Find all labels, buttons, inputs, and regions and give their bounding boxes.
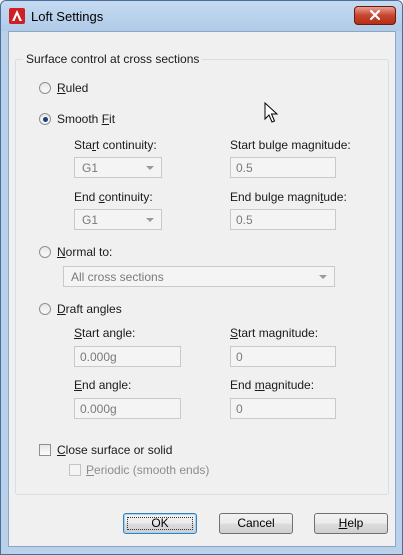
- start-continuity-value: G1: [82, 161, 99, 175]
- periodic-label[interactable]: Periodic (smooth ends): [86, 463, 209, 477]
- group-legend: Surface control at cross sections: [23, 52, 203, 66]
- close-surface-checkbox[interactable]: [39, 444, 51, 456]
- end-angle-field[interactable]: 0.000g: [74, 398, 181, 419]
- start-bulge-label: Start bulge magnitude:: [230, 138, 351, 152]
- chevron-down-icon: [146, 166, 154, 170]
- end-angle-label: End angle:: [74, 378, 132, 392]
- ok-button[interactable]: OK: [123, 513, 197, 534]
- ruled-radio[interactable]: [39, 82, 51, 94]
- normal-to-label[interactable]: Normal to:: [57, 245, 112, 259]
- loft-settings-window: Loft Settings Surface control at cross s…: [0, 0, 403, 555]
- end-magnitude-value: 0: [236, 402, 243, 416]
- draft-angles-radio[interactable]: [39, 303, 51, 315]
- start-magnitude-label: Start magnitude:: [230, 326, 319, 340]
- end-continuity-value: G1: [82, 213, 99, 227]
- window-title: Loft Settings: [31, 9, 104, 24]
- start-magnitude-field[interactable]: 0: [230, 346, 336, 367]
- start-continuity-label: Start continuity:: [74, 138, 157, 152]
- end-magnitude-label: End magnitude:: [230, 378, 315, 392]
- help-button[interactable]: Help: [314, 513, 388, 534]
- end-bulge-label: End bulge magnitude:: [230, 190, 347, 204]
- start-magnitude-value: 0: [236, 350, 243, 364]
- start-angle-value: 0.000g: [80, 350, 117, 364]
- close-button[interactable]: [354, 6, 396, 25]
- cancel-button[interactable]: Cancel: [219, 513, 293, 534]
- end-magnitude-field[interactable]: 0: [230, 398, 336, 419]
- mouse-pointer-icon: [264, 102, 278, 123]
- end-continuity-label: End continuity:: [74, 190, 153, 204]
- ruled-label[interactable]: Ruled: [57, 81, 88, 95]
- autocad-icon: [9, 8, 25, 24]
- title-bar[interactable]: Loft Settings: [1, 1, 402, 31]
- close-surface-label[interactable]: Close surface or solid: [57, 443, 172, 457]
- start-bulge-value: 0.5: [236, 161, 253, 175]
- smooth-fit-label[interactable]: Smooth Fit: [57, 112, 115, 126]
- start-angle-label: Start angle:: [74, 326, 136, 340]
- end-continuity-select[interactable]: G1: [74, 209, 162, 230]
- end-bulge-value: 0.5: [236, 213, 253, 227]
- draft-angles-label[interactable]: Draft angles: [57, 302, 122, 316]
- dialog-body: Surface control at cross sections Ruled …: [8, 31, 396, 547]
- periodic-checkbox[interactable]: [69, 464, 81, 476]
- normal-to-value: All cross sections: [71, 270, 164, 284]
- start-continuity-select[interactable]: G1: [74, 157, 162, 178]
- start-angle-field[interactable]: 0.000g: [74, 346, 181, 367]
- chevron-down-icon: [146, 218, 154, 222]
- chevron-down-icon: [319, 275, 327, 279]
- end-bulge-field[interactable]: 0.5: [230, 209, 336, 230]
- close-icon: [369, 9, 381, 21]
- normal-to-radio[interactable]: [39, 246, 51, 258]
- start-bulge-field[interactable]: 0.5: [230, 157, 336, 178]
- end-angle-value: 0.000g: [80, 402, 117, 416]
- normal-to-select[interactable]: All cross sections: [63, 266, 335, 287]
- smooth-fit-radio[interactable]: [39, 113, 51, 125]
